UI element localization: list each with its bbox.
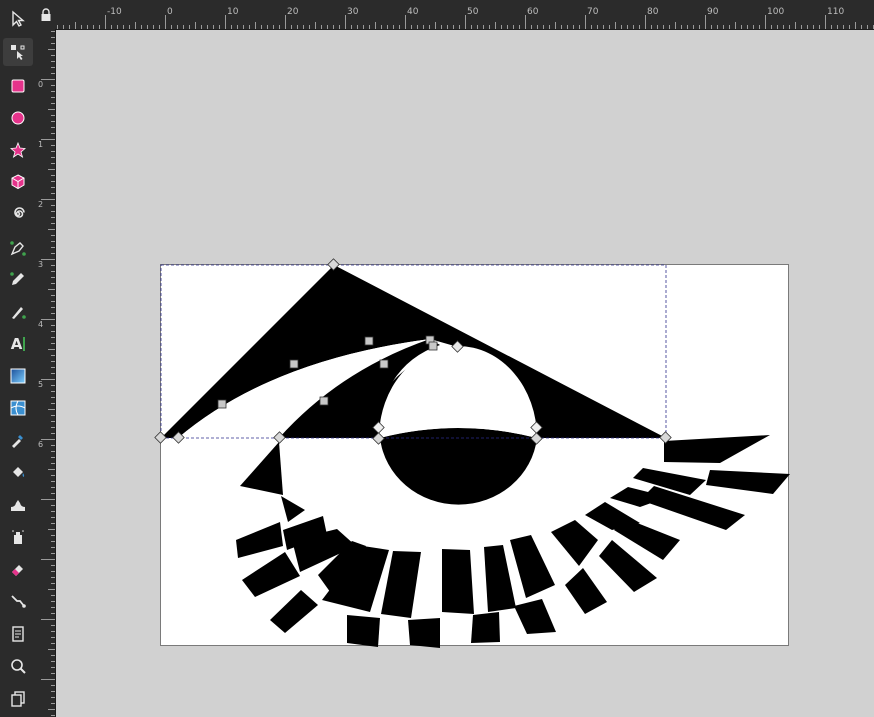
node-handle (319, 396, 329, 406)
node-handle (364, 336, 374, 346)
node-handle (379, 359, 389, 369)
left-wedge-small (281, 496, 305, 522)
node-handle (217, 399, 227, 409)
node-handle (428, 341, 438, 351)
artwork-layer[interactable] (0, 0, 874, 717)
node-handle (289, 359, 299, 369)
right-dart-shape-2 (706, 470, 790, 494)
left-wedge-shape (240, 442, 283, 495)
node-handle (154, 431, 167, 444)
right-dart-shape (664, 435, 770, 463)
pupil-shape (380, 428, 537, 505)
